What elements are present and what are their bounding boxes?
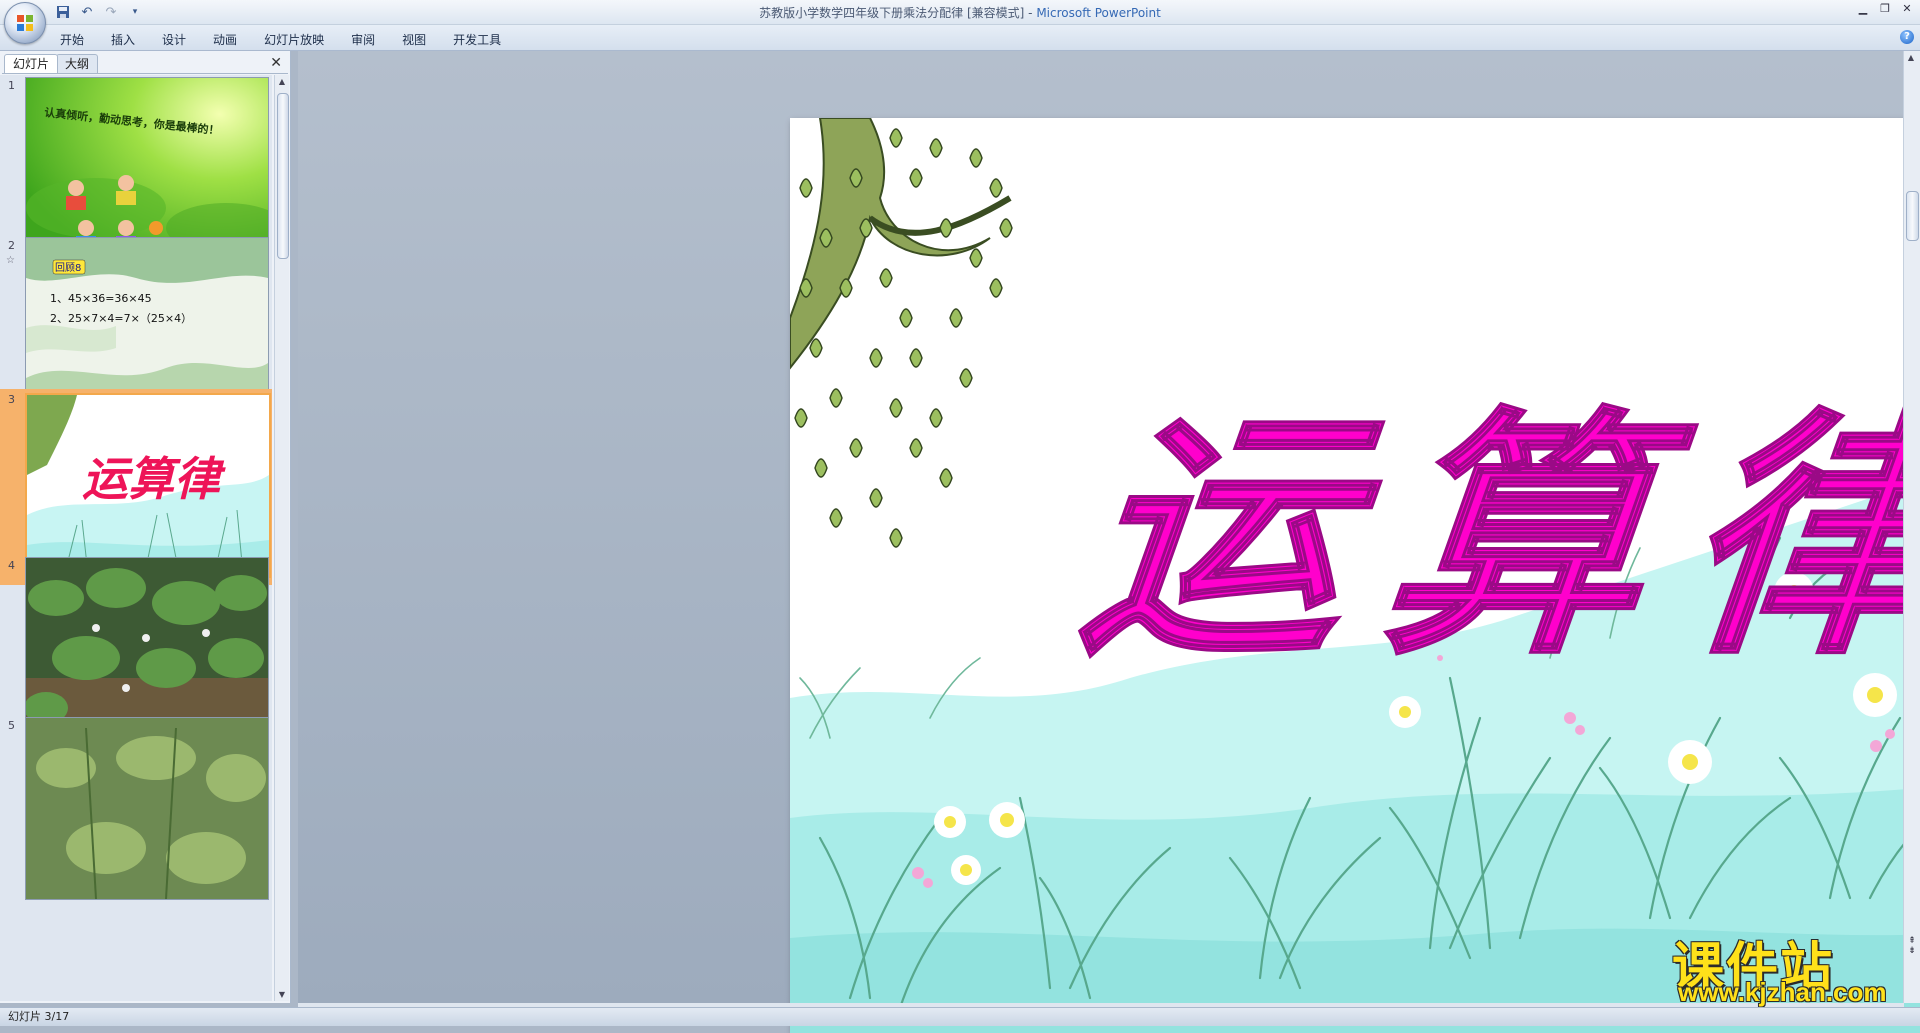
slide-preview: [25, 557, 269, 740]
ribbon-tabs: 开始 插入 设计 动画 幻灯片放映 审阅 视图 开发工具: [60, 29, 528, 50]
scrollbar-thumb[interactable]: [277, 93, 289, 259]
scroll-up-icon[interactable]: ▲: [277, 77, 287, 86]
tab-design[interactable]: 设计: [162, 29, 203, 50]
watermark-logo: 课件站 www.kjzhan.com: [1668, 925, 1908, 1007]
tab-view[interactable]: 视图: [402, 29, 443, 50]
prev-next-slide-icon[interactable]: ⇞ ⇟: [1905, 936, 1919, 956]
slide-counter: 幻灯片 3/17: [8, 1010, 70, 1023]
slide-preview: 运算律: [25, 393, 271, 578]
title-bar: ↶ ↷ ▾ 苏教版小学数学四年级下册乘法分配律 [兼容模式] - Microso…: [0, 0, 1920, 25]
scroll-up-icon[interactable]: ▲: [1906, 53, 1916, 62]
current-slide[interactable]: 运算律: [790, 118, 1920, 1033]
slides-pane: 幻灯片 大纲 ✕ 1 认真倾听，勤动思考，你是最棒的！ 2 ☆ 回顾8 1、45…: [0, 51, 291, 1003]
tab-review[interactable]: 审阅: [351, 29, 392, 50]
slide-title[interactable]: 运算律: [1068, 383, 1920, 691]
slide-preview: 认真倾听，勤动思考，你是最棒的！: [25, 77, 269, 260]
slide-number: 3: [8, 393, 15, 406]
tab-insert[interactable]: 插入: [111, 29, 152, 50]
window-controls: ▁ ❐ ✕: [1854, 2, 1916, 16]
tab-home[interactable]: 开始: [60, 29, 101, 50]
title-separator: -: [1024, 6, 1037, 20]
pane-tabs: 幻灯片 大纲 ✕: [2, 53, 288, 74]
thumbnail-scrollbar[interactable]: ▲ ▼: [274, 75, 289, 1001]
slide-thumbnail-5[interactable]: 5: [0, 715, 272, 905]
slide-2-line1: 1、45×36=36×45: [50, 292, 152, 305]
document-title: 苏教版小学数学四年级下册乘法分配律 [兼容模式]: [759, 6, 1025, 20]
status-bar: 幻灯片 3/17: [0, 1007, 1920, 1026]
editor-scrollbar[interactable]: ▲: [1903, 51, 1920, 1003]
tab-developer[interactable]: 开发工具: [453, 29, 518, 50]
app-name: Microsoft PowerPoint: [1036, 6, 1161, 20]
scroll-down-icon[interactable]: ▼: [277, 990, 287, 999]
slide-number: 4: [8, 559, 15, 572]
slide-2-badge: 回顾8: [55, 262, 81, 274]
watermark-url: www.kjzhan.com: [1678, 977, 1887, 1007]
animation-star-icon: ☆: [6, 255, 15, 266]
slide-editing-area: 运算律: [298, 51, 1920, 1033]
tab-slideshow[interactable]: 幻灯片放映: [264, 29, 341, 50]
restore-button[interactable]: ❐: [1876, 2, 1894, 16]
slide-number: 1: [8, 79, 15, 92]
help-icon[interactable]: ?: [1900, 30, 1914, 44]
tab-slides[interactable]: 幻灯片: [4, 54, 59, 73]
close-pane-icon[interactable]: ✕: [270, 55, 282, 71]
tab-outline[interactable]: 大纲: [56, 54, 99, 73]
close-button[interactable]: ✕: [1898, 2, 1916, 16]
minimize-button[interactable]: ▁: [1854, 2, 1872, 16]
slide-number: 2: [8, 239, 15, 252]
scrollbar-thumb[interactable]: [1906, 191, 1919, 241]
window-title: 苏教版小学数学四年级下册乘法分配律 [兼容模式] - Microsoft Pow…: [0, 4, 1920, 21]
slide-preview: [25, 717, 269, 900]
office-logo-icon: [17, 15, 33, 31]
slide-canvas: 运算律: [790, 118, 1920, 1033]
office-button[interactable]: [4, 2, 46, 44]
slide-number: 5: [8, 719, 15, 732]
ribbon-tab-bar: 开始 插入 设计 动画 幻灯片放映 审阅 视图 开发工具 ?: [0, 25, 1920, 51]
slide-3-title: 运算律: [82, 452, 226, 506]
slide-thumbnail-list: 1 认真倾听，勤动思考，你是最棒的！ 2 ☆ 回顾8 1、45×36=36×45…: [0, 75, 272, 1001]
slide-2-line2: 2、25×7×4=7×（25×4）: [50, 312, 192, 325]
tab-animations[interactable]: 动画: [213, 29, 254, 50]
